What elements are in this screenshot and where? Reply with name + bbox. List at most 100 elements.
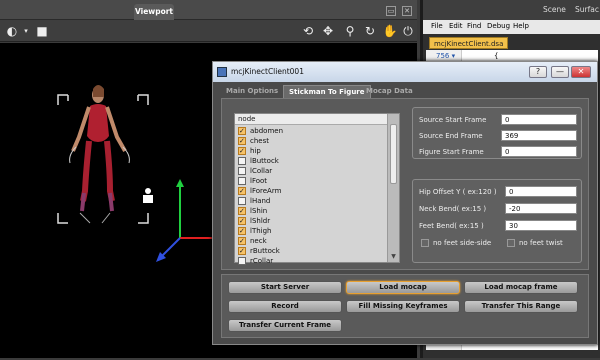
neck-bend-input[interactable]: -20 [505,203,577,214]
tab-scene[interactable]: Scene [543,5,566,14]
fill-missing-keyframes-button[interactable]: Fill Missing Keyframes [346,300,460,313]
hip-offset-input[interactable]: 0 [505,186,577,197]
axis-gizmo[interactable] [156,179,220,262]
figure-start-input[interactable]: 0 [501,146,577,157]
right-tabs: Scene Surfac [423,0,600,20]
figure-torso [87,104,109,142]
node-checkbox[interactable] [238,246,246,256]
frame-range-group: Source Start Frame 0 Source End Frame 36… [412,107,582,159]
dropdown-icon[interactable]: ▾ [18,23,34,39]
node-checkbox[interactable] [238,136,246,146]
node-column-header[interactable]: node [235,114,387,125]
node-checkbox[interactable] [238,216,246,226]
list-item[interactable]: lShin [238,206,388,216]
menu-help[interactable]: Help [513,22,529,30]
scroll-down-arrow[interactable]: ▼ [390,253,397,260]
no-feet-twist-checkbox[interactable] [507,239,515,247]
list-item[interactable]: abdomen [238,126,388,136]
square-icon[interactable]: ■ [34,23,50,39]
list-item[interactable]: lHand [238,196,388,206]
node-label: rCollar [250,257,274,265]
dialog-titlebar[interactable]: mcjKinectClient001 ? — ✕ [213,62,597,82]
list-item[interactable]: rCollar [238,256,388,266]
transfer-range-button[interactable]: Transfer This Range [464,300,578,313]
transfer-current-frame-button[interactable]: Transfer Current Frame [228,319,342,332]
source-start-input[interactable]: 0 [501,114,577,125]
close-icon[interactable]: ✕ [402,6,412,16]
node-checkbox[interactable] [238,197,246,205]
node-label: lThigh [250,227,272,235]
stickman-icon[interactable] [143,188,153,203]
menu-find[interactable]: Find [467,22,481,30]
list-item[interactable]: hip [238,146,388,156]
no-feet-side-checkbox[interactable] [421,239,429,247]
node-checkbox[interactable] [238,236,246,246]
node-checkbox[interactable] [238,157,246,165]
rotate-camera-icon[interactable]: ⟲ [300,23,316,39]
record-button[interactable]: Record [228,300,342,313]
menu-debug[interactable]: Debug [487,22,510,30]
close-button[interactable]: ✕ [571,66,591,78]
help-button[interactable]: ? [529,66,547,78]
list-item[interactable]: chest [238,136,388,146]
stickman-panel: node abdomen chest hip lButtock lCollar lFoot… [221,98,589,270]
neck-bend-label: Neck Bend( ex:15 ) [419,205,487,213]
feet-bend-input[interactable]: 30 [505,220,577,231]
start-server-button[interactable]: Start Server [228,281,342,294]
figure-left-leg [80,140,92,202]
tab-main-options[interactable]: Main Options [221,85,283,98]
node-checkbox[interactable] [238,146,246,156]
zoom-icon[interactable]: ⚲ [342,23,358,39]
list-item[interactable]: lCollar [238,166,388,176]
orbit-icon[interactable]: ↻ [362,23,378,39]
node-label: lButtock [250,157,279,165]
node-checkbox[interactable] [238,126,246,136]
tab-surfaces[interactable]: Surfac [575,5,599,14]
tab-mocap-data[interactable]: Mocap Data [361,85,418,98]
source-end-input[interactable]: 369 [501,130,577,141]
scroll-thumb[interactable] [390,124,397,184]
node-checkbox[interactable] [238,257,246,265]
node-label: lShldr [250,217,271,225]
figure-right-leg [104,140,115,202]
list-item[interactable]: neck [238,236,388,246]
load-mocap-frame-button[interactable]: Load mocap frame [464,281,578,294]
line-number: 756 ▾ [436,52,456,60]
load-mocap-button[interactable]: Load mocap [346,281,460,294]
move-icon[interactable]: ✥ [320,23,336,39]
figure-model[interactable] [69,85,130,224]
node-label: lForeArm [250,187,282,195]
list-item[interactable]: lButtock [238,156,388,166]
power-icon[interactable]: ⏻ [400,23,416,39]
tab-viewport[interactable]: Viewport [134,4,174,20]
restore-icon[interactable]: ▭ [386,6,396,16]
menu-file[interactable]: File [431,22,443,30]
action-buttons: Start Server Load mocap Load mocap frame… [221,274,589,338]
list-item[interactable]: lShldr [238,216,388,226]
node-label: abdomen [250,127,284,135]
menu-edit[interactable]: Edit [449,22,463,30]
node-checkbox[interactable] [238,186,246,196]
node-label: lCollar [250,167,273,175]
list-item[interactable]: lThigh [238,226,388,236]
list-item[interactable]: rButtock [238,246,388,256]
no-feet-twist-label: no feet twist [519,239,563,247]
node-scrollbar[interactable]: ▼ [387,114,399,262]
list-item[interactable]: lForeArm [238,186,388,196]
editor-menubar: File Edit Find Debug Help [423,20,600,34]
hip-offset-label: Hip Offset Y ( ex:120 ) [419,188,497,196]
node-list[interactable]: node abdomen chest hip lButtock lCollar lFoot… [234,113,400,266]
pan-icon[interactable]: ✋ [382,23,398,39]
node-checkbox[interactable] [238,177,246,185]
tab-stickman-to-figure[interactable]: Stickman To Figure [283,85,371,98]
node-label: hip [250,147,261,155]
source-start-label: Source Start Frame [419,116,487,124]
node-checkbox[interactable] [238,206,246,216]
node-checkbox[interactable] [238,226,246,236]
figure-start-label: Figure Start Frame [419,148,484,156]
node-checkbox[interactable] [238,167,246,175]
list-item[interactable]: lFoot [238,176,388,186]
minimize-button[interactable]: — [551,66,569,78]
editor-file-tab[interactable]: mcjKinectClient.dsa [429,37,509,49]
code-text: { [494,52,499,60]
